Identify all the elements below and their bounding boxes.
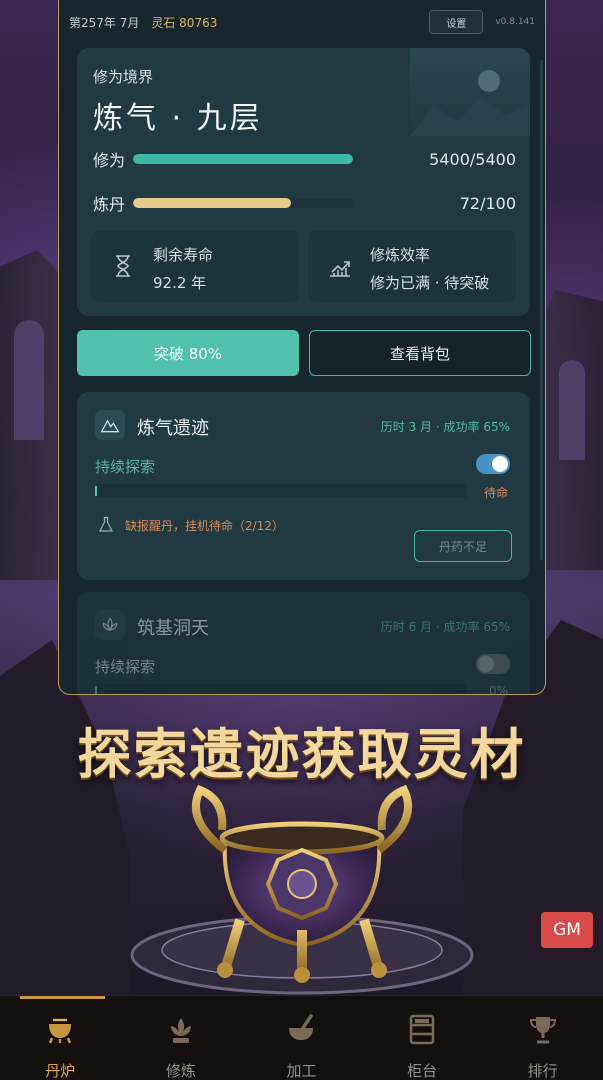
- ruin-card-qi-refining: 炼气遗迹 历时 3 月 · 成功率 65% 持续探索 待命 缺报醒丹，挂机待命（…: [77, 392, 530, 580]
- cauldron-icon: [49, 1018, 72, 1044]
- nav-label: 加工: [286, 1062, 317, 1080]
- mortar-icon: [289, 1014, 314, 1040]
- scrollbar[interactable]: [540, 60, 543, 560]
- explore-progress-bar: [95, 684, 467, 694]
- explore-toggle[interactable]: [476, 654, 510, 674]
- flask-icon: [99, 516, 113, 532]
- pagoda-artwork: [410, 48, 530, 136]
- explore-toggle[interactable]: [476, 454, 510, 474]
- cultivation-row: 修为 5400/5400: [93, 148, 516, 171]
- warning-row: 缺报醒丹，挂机待命（2/12）: [97, 516, 284, 534]
- game-date: 第257年 7月: [69, 15, 140, 30]
- ruin-title: 炼气遗迹: [137, 418, 209, 439]
- progress-status: 待命: [483, 486, 508, 500]
- nav-item-ranking[interactable]: 排行: [482, 996, 603, 1080]
- ruin-meta: 历时 3 月 · 成功率 65%: [380, 420, 510, 434]
- warning-text: 缺报醒丹，挂机待命（2/12）: [125, 518, 284, 533]
- bottom-nav: 丹炉 修炼 加工 柜台 排行: [0, 995, 603, 1080]
- lifespan-title: 剩余寿命: [153, 246, 214, 264]
- mountain-icon: [95, 410, 125, 440]
- efficiency-box: 修炼效率 修为已满 · 待突破: [308, 230, 516, 302]
- cultivation-label: 修为: [93, 151, 126, 170]
- progress-status: 0%: [488, 684, 508, 695]
- dan-label: 炼丹: [93, 195, 126, 214]
- nav-item-process[interactable]: 加工: [241, 996, 362, 1080]
- ruin-pillar-left: [0, 250, 62, 580]
- hourglass-icon: [116, 255, 130, 277]
- ruin-pillar-right: [543, 290, 603, 570]
- app-screen-panel: 第257年 7月 灵石 80763 设置 v0.8.141 修为境界 炼气 · …: [58, 0, 546, 695]
- ruin-title: 筑基洞天: [137, 618, 209, 639]
- cabinet-icon: [409, 1014, 435, 1045]
- top-bar: 第257年 7月 灵石 80763 设置 v0.8.141: [59, 0, 545, 44]
- view-bag-button[interactable]: 查看背包: [309, 330, 531, 376]
- insufficient-pills-button[interactable]: 丹药不足: [414, 530, 512, 562]
- nav-item-cultivate[interactable]: 修炼: [121, 996, 242, 1080]
- cauldron-artwork: [130, 784, 474, 995]
- lifespan-box: 剩余寿命 92.2 年: [91, 230, 299, 302]
- explore-label: 持续探索: [95, 658, 156, 676]
- dan-value: 72/100: [459, 193, 516, 213]
- nav-item-cauldron[interactable]: 丹炉: [0, 996, 121, 1080]
- settings-button[interactable]: 设置: [429, 10, 484, 34]
- dan-bar: [133, 198, 353, 208]
- spirit-stone-count: 灵石 80763: [151, 15, 218, 30]
- efficiency-title: 修炼效率: [370, 246, 431, 264]
- ruin-card-foundation: 筑基洞天 历时 6 月 · 成功率 65% 持续探索 0%: [77, 592, 530, 695]
- lotus-icon: [95, 610, 125, 640]
- nav-label: 排行: [527, 1062, 558, 1080]
- lifespan-value: 92.2 年: [153, 274, 207, 292]
- lotus-icon: [170, 1018, 191, 1043]
- cultivation-bar: [133, 154, 353, 164]
- ruin-meta: 历时 6 月 · 成功率 65%: [380, 620, 510, 634]
- realm-card: 修为境界 炼气 · 九层 修为 5400/5400 炼丹 72/100 剩余寿命…: [77, 48, 530, 316]
- dan-bar-fill: [133, 198, 292, 208]
- efficiency-value: 修为已满 · 待突破: [370, 274, 490, 292]
- gm-button[interactable]: GM: [541, 912, 593, 948]
- trophy-icon: [529, 1017, 556, 1044]
- version-label: v0.8.141: [495, 17, 535, 27]
- cultivation-value: 5400/5400: [429, 149, 516, 169]
- promo-headline: 探索遗迹获取灵材: [77, 722, 526, 786]
- dan-row: 炼丹 72/100: [93, 192, 516, 215]
- nav-label: 修炼: [165, 1062, 196, 1080]
- cultivation-bar-fill: [133, 154, 353, 164]
- nav-label: 柜台: [407, 1062, 438, 1080]
- nav-item-counter[interactable]: 柜台: [362, 996, 483, 1080]
- explore-label: 持续探索: [95, 458, 156, 476]
- chart-growth-icon: [330, 261, 350, 277]
- explore-progress-bar: [95, 484, 467, 498]
- breakthrough-button[interactable]: 突破 80%: [77, 330, 299, 376]
- nav-label: 丹炉: [45, 1062, 76, 1080]
